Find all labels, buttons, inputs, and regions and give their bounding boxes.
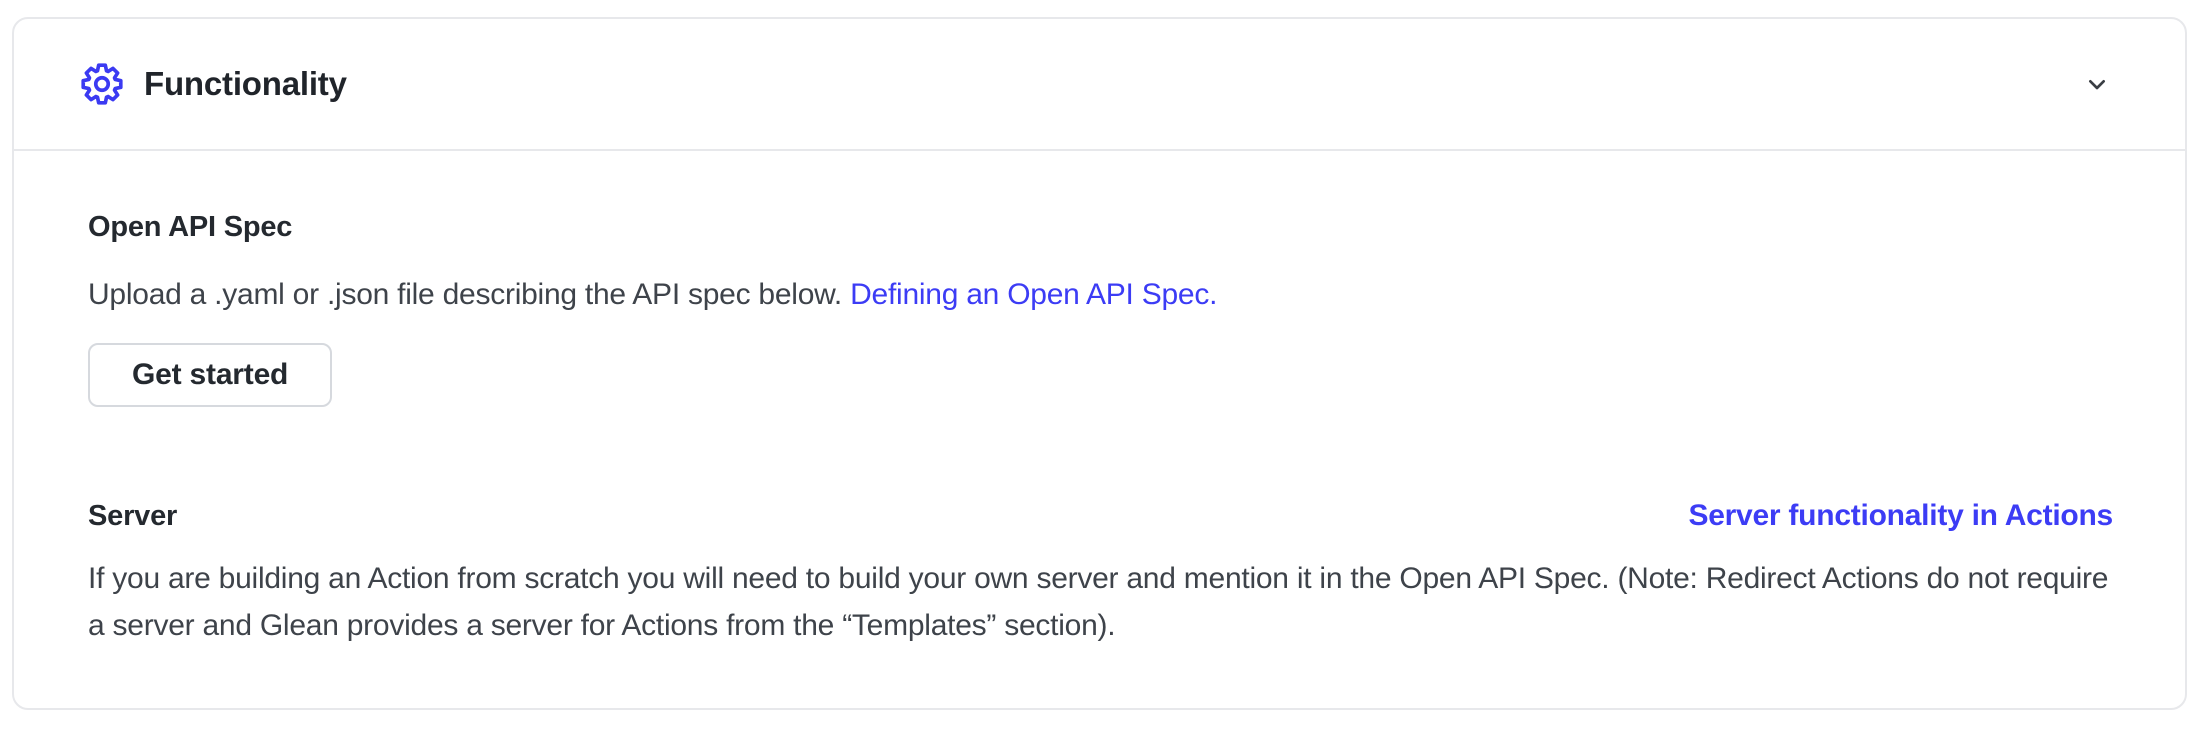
functionality-section-header[interactable]: Functionality xyxy=(14,19,2185,151)
server-description: If you are building an Action from scrat… xyxy=(88,555,2113,649)
server-heading-row: Server Server functionality in Actions xyxy=(88,499,2113,533)
server-heading: Server xyxy=(88,500,177,533)
get-started-button[interactable]: Get started xyxy=(88,343,332,407)
gear-icon xyxy=(80,62,124,106)
server-section: Server Server functionality in Actions I… xyxy=(88,499,2113,649)
chevron-down-icon xyxy=(2081,68,2113,100)
collapse-toggle-button[interactable] xyxy=(2079,66,2115,102)
server-functionality-link[interactable]: Server functionality in Actions xyxy=(1688,499,2113,533)
functionality-card: Functionality Open API Spec Upload a .ya… xyxy=(12,17,2187,710)
functionality-section-body: Open API Spec Upload a .yaml or .json fi… xyxy=(14,151,2185,649)
section-title: Functionality xyxy=(144,65,347,103)
open-api-spec-description-text: Upload a .yaml or .json file describing … xyxy=(88,278,842,311)
defining-open-api-spec-link[interactable]: Defining an Open API Spec. xyxy=(850,278,1217,311)
open-api-spec-description: Upload a .yaml or .json file describing … xyxy=(88,271,2113,318)
open-api-spec-heading: Open API Spec xyxy=(88,211,2113,244)
open-api-spec-section: Open API Spec Upload a .yaml or .json fi… xyxy=(88,211,2113,407)
